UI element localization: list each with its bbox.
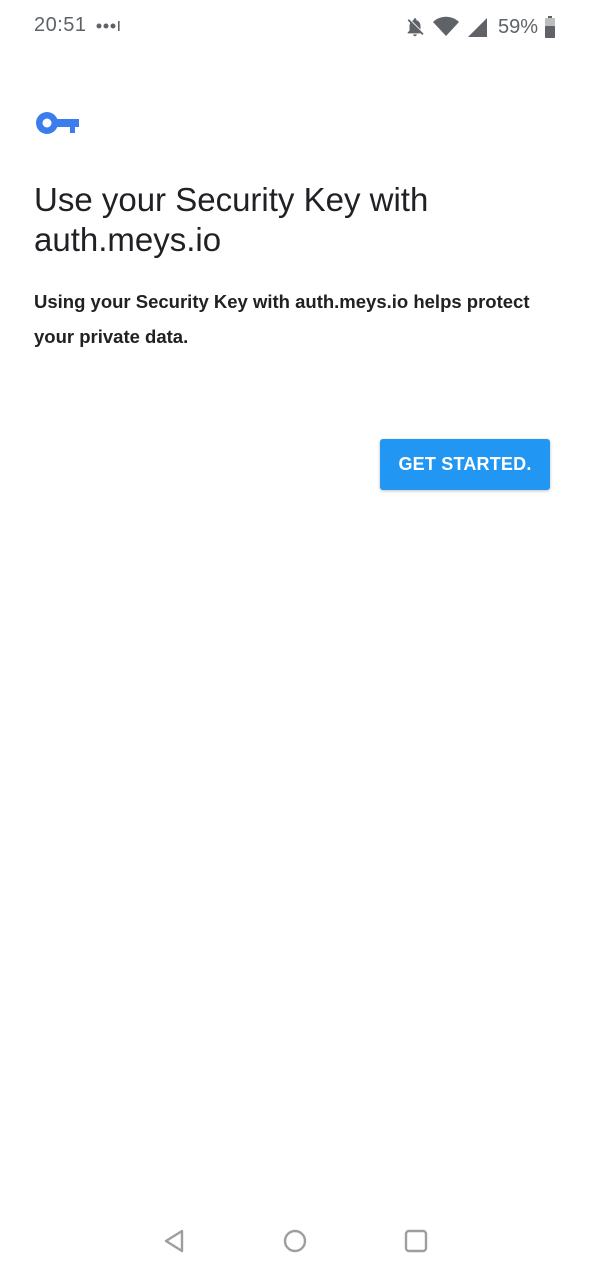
key-icon — [36, 112, 79, 134]
battery-percent: 59% — [497, 15, 538, 38]
security-key-screen: 20:51 59% Use your Security Key with aut… — [0, 0, 590, 1280]
home-icon[interactable] — [280, 1226, 310, 1256]
back-icon[interactable] — [160, 1226, 190, 1256]
status-time: 20:51 — [34, 14, 87, 36]
recents-icon[interactable] — [401, 1226, 431, 1256]
bell-off-icon — [407, 18, 424, 37]
description-text: Using your Security Key with auth.meys.i… — [34, 291, 530, 347]
status-bar: 20:51 59% — [0, 0, 590, 54]
page-title: Use your Security Key with auth.meys.io — [34, 181, 429, 258]
more-dots-icon — [96, 21, 120, 31]
navigation-bar — [0, 1200, 590, 1280]
get-started-button[interactable]: GET STARTED. — [380, 439, 550, 490]
signal-icon — [467, 18, 487, 37]
wifi-icon — [432, 16, 459, 36]
status-icons: 59% — [404, 12, 556, 42]
battery-icon — [545, 16, 555, 38]
